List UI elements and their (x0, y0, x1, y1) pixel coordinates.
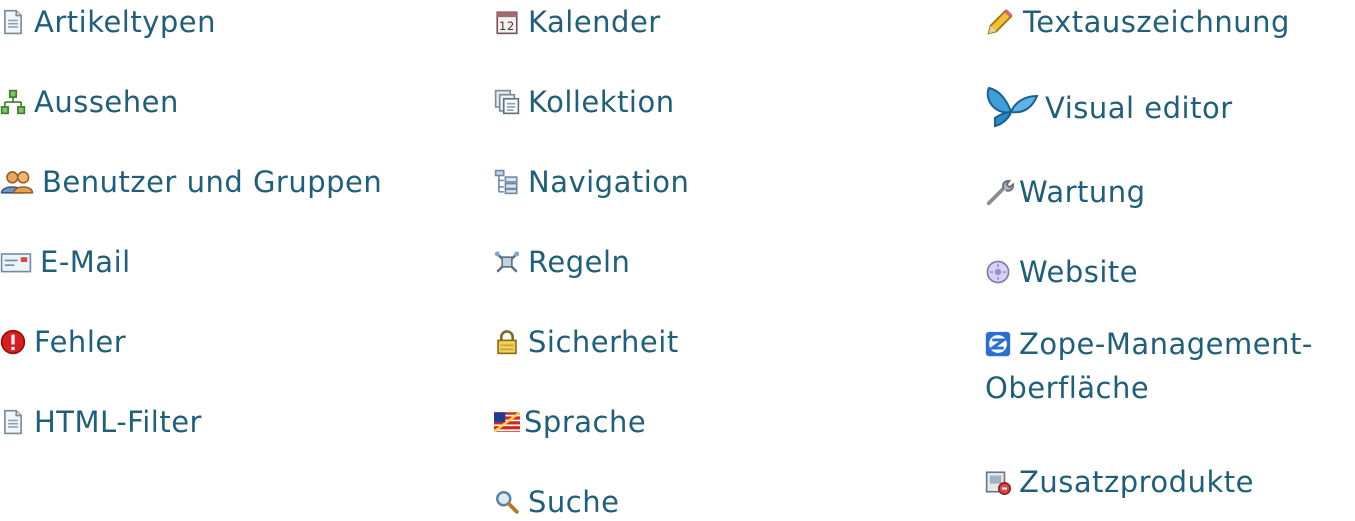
link-label: Zope-Management-Oberfläche (985, 327, 1313, 405)
users-icon (0, 169, 34, 195)
svg-text:12: 12 (499, 19, 515, 33)
link-wartung[interactable]: Wartung (985, 174, 1146, 210)
link-label: Artikeltypen (34, 5, 217, 39)
link-kalender[interactable]: 12 Kalender (494, 4, 661, 40)
error-icon (0, 329, 26, 355)
link-label: Sprache (524, 405, 647, 439)
document-icon (0, 9, 26, 35)
link-sprache[interactable]: Sprache (494, 404, 646, 440)
link-fehler[interactable]: Fehler (0, 324, 126, 360)
rules-icon (494, 249, 520, 275)
link-kollektion[interactable]: Kollektion (494, 84, 675, 120)
link-html-filter[interactable]: HTML-Filter (0, 404, 202, 440)
link-e-mail[interactable]: E-Mail (0, 244, 131, 280)
link-label: Sicherheit (528, 325, 679, 359)
sitemap-icon (0, 89, 26, 115)
link-benutzer-und-gruppen[interactable]: Benutzer und Gruppen (0, 164, 382, 200)
link-label: E-Mail (40, 245, 131, 279)
link-suche[interactable]: Suche (494, 484, 619, 520)
collection-icon (494, 89, 520, 115)
flag-icon (494, 412, 520, 432)
link-label: Suche (528, 485, 620, 519)
wrench-icon (985, 177, 1015, 207)
link-label: Wartung (1019, 175, 1146, 209)
butterfly-icon (985, 84, 1041, 132)
calendar-icon: 12 (494, 9, 520, 35)
link-label: Fehler (34, 325, 127, 359)
document-icon (0, 409, 26, 435)
link-regeln[interactable]: Regeln (494, 244, 630, 280)
link-label: Kollektion (528, 85, 675, 119)
link-label: Aussehen (34, 85, 179, 119)
link-zope-management-oberflaeche[interactable]: Zope-Management-Oberfläche (985, 322, 1355, 410)
link-label: Kalender (528, 5, 661, 39)
link-visual-editor[interactable]: Visual editor (985, 84, 1233, 132)
link-label: Zusatzprodukte (1019, 465, 1254, 499)
link-sicherheit[interactable]: Sicherheit (494, 324, 679, 360)
lock-icon (494, 329, 520, 355)
link-label: HTML-Filter (34, 405, 202, 439)
link-label: Navigation (528, 165, 690, 199)
link-textauszeichnung[interactable]: Textauszeichnung (985, 4, 1290, 40)
tree-icon (494, 169, 520, 195)
link-label: Visual editor (1045, 91, 1233, 125)
globe-icon (985, 259, 1011, 285)
pencil-icon (985, 7, 1015, 37)
link-website[interactable]: Website (985, 254, 1138, 290)
link-label: Benutzer und Gruppen (42, 165, 383, 199)
search-icon (494, 489, 520, 515)
mail-icon (0, 249, 32, 275)
link-zusatzprodukte[interactable]: Zusatzprodukte (985, 464, 1254, 500)
zope-icon (985, 331, 1011, 357)
link-artikeltypen[interactable]: Artikeltypen (0, 4, 216, 40)
link-label: Regeln (528, 245, 631, 279)
link-label: Website (1019, 255, 1139, 289)
link-aussehen[interactable]: Aussehen (0, 84, 179, 120)
addon-icon (985, 469, 1011, 495)
link-label: Textauszeichnung (1023, 5, 1290, 39)
link-navigation[interactable]: Navigation (494, 164, 689, 200)
